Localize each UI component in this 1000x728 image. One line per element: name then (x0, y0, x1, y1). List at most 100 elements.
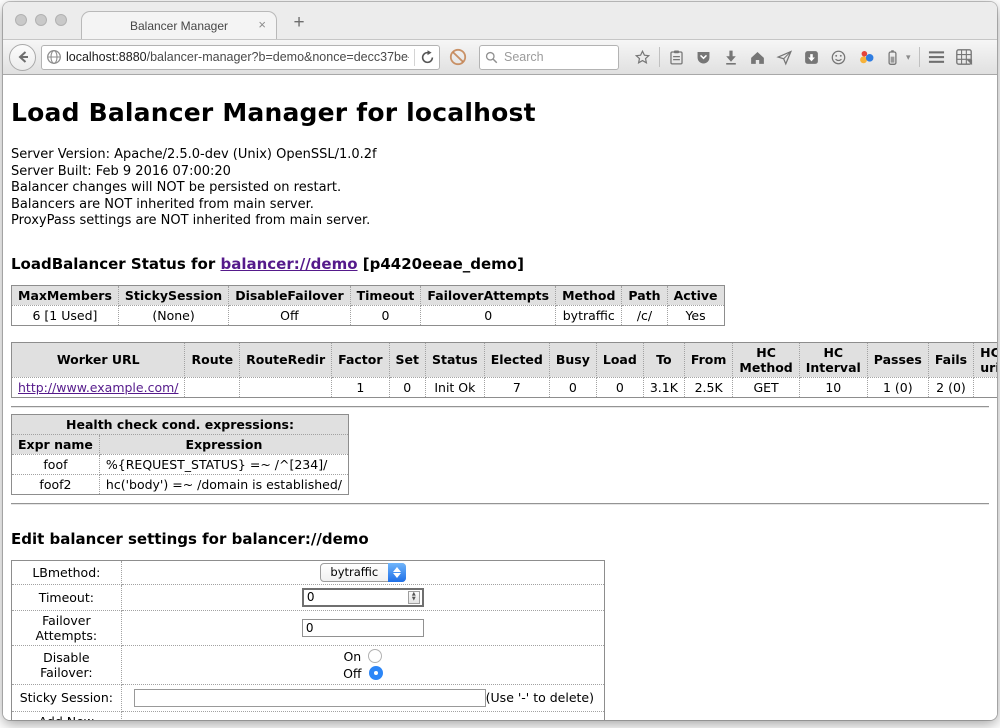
titlebar: Balancer Manager × + (3, 2, 997, 39)
search-icon (485, 51, 498, 64)
home-icon (749, 49, 766, 66)
add-worker-label: Add New Worker: (12, 711, 122, 720)
failover-attempts-input[interactable] (302, 619, 424, 637)
toolbar-separator-2 (919, 47, 920, 67)
download-box-icon (803, 49, 820, 66)
overflow-caret-icon[interactable]: ▾ (906, 52, 916, 63)
block-extension-button[interactable] (449, 48, 467, 66)
balancer-settings-form: LBmethod: bytraffic Timeout: (11, 560, 605, 721)
bookmarks-menu-button[interactable] (663, 44, 690, 71)
window-close-button[interactable] (15, 14, 27, 26)
server-built-line: Server Built: Feb 9 2016 07:00:20 (11, 164, 989, 181)
star-icon (634, 49, 651, 66)
lbmethod-row: LBmethod: bytraffic (12, 560, 605, 584)
page-content: Load Balancer Manager for localhost Serv… (3, 76, 997, 720)
add-worker-row: Add New Worker: Are you sure? (12, 711, 605, 720)
tab-close-icon[interactable]: × (258, 18, 266, 31)
page-title: Load Balancer Manager for localhost (11, 98, 989, 127)
lbmethod-select[interactable]: bytraffic (320, 563, 406, 582)
select-stepper-icon (388, 563, 406, 582)
circle-slash-icon (449, 48, 467, 66)
timeout-label: Timeout: (12, 584, 122, 610)
health-title-row: Health check cond. expressions: (12, 414, 349, 434)
worker-header-row: Worker URL Route RouteRedir Factor Set S… (12, 342, 998, 377)
health-check-table: Health check cond. expressions: Expr nam… (11, 414, 349, 495)
pocket-button[interactable] (690, 44, 717, 71)
number-spinner-icon[interactable]: ▲▼ (408, 591, 420, 604)
globe-icon[interactable] (46, 49, 62, 65)
bookmark-star-button[interactable] (629, 44, 656, 71)
sticky-session-hint: (Use '-' to delete) (486, 690, 594, 705)
timeout-input[interactable] (302, 588, 424, 607)
server-info: Server Version: Apache/2.5.0-dev (Unix) … (11, 147, 989, 230)
browser-tab[interactable]: Balancer Manager × (81, 11, 277, 39)
inherit-notice-line: Balancers are NOT inherited from main se… (11, 197, 989, 214)
balancer-data-row: 6 [1 Used] (None) Off 0 0 bytraffic /c/ … (12, 305, 725, 325)
url-bar[interactable]: localhost:8880/balancer-manager?b=demo&n… (41, 45, 440, 70)
home-button[interactable] (744, 44, 771, 71)
window-zoom-button[interactable] (55, 14, 67, 26)
disable-failover-row: Disable Failover: On Off (12, 645, 605, 684)
toolbar-separator (659, 47, 660, 67)
disable-failover-label: Disable Failover: (12, 645, 122, 684)
health-header-row: Expr name Expression (12, 434, 349, 454)
extension-dots-button[interactable] (852, 44, 879, 71)
grid-icon (955, 48, 973, 66)
window-minimize-button[interactable] (35, 14, 47, 26)
persist-notice-line: Balancer changes will NOT be persisted o… (11, 180, 989, 197)
worker-table: Worker URL Route RouteRedir Factor Set S… (11, 342, 997, 398)
back-button[interactable] (9, 44, 36, 71)
tab-title: Balancer Manager (130, 19, 228, 33)
radio-off-label: Off (343, 666, 361, 681)
health-row-foof2: foof2 hc('body') =~ /domain is establish… (12, 474, 349, 494)
proxypass-notice-line: ProxyPass settings are NOT inherited fro… (11, 213, 989, 230)
send-tab-button[interactable] (771, 44, 798, 71)
sticky-session-input[interactable] (134, 689, 486, 707)
feedback-button[interactable] (825, 44, 852, 71)
battery-extension-button[interactable] (879, 44, 906, 71)
reload-icon[interactable] (420, 50, 435, 65)
pocket-shield-icon (695, 49, 712, 66)
failover-attempts-label: Failover Attempts: (12, 610, 122, 645)
download-arrow-icon (723, 49, 739, 65)
urlbar-divider (414, 49, 415, 66)
colored-dots-icon (857, 48, 875, 66)
navigation-toolbar: localhost:8880/balancer-manager?b=demo&n… (3, 39, 997, 75)
radio-on-label: On (343, 649, 361, 664)
download-box-button[interactable] (798, 44, 825, 71)
window-controls (15, 14, 67, 26)
downloads-button[interactable] (717, 44, 744, 71)
url-text[interactable]: localhost:8880/balancer-manager?b=demo&n… (66, 50, 409, 64)
timeout-row: Timeout: ▲▼ (12, 584, 605, 610)
balancer-header-row: MaxMembers StickySession DisableFailover… (12, 285, 725, 305)
sticky-session-row: Sticky Session: (Use '-' to delete) (12, 684, 605, 711)
browser-window: Balancer Manager × + localhost:8880/bala… (3, 2, 997, 720)
new-tab-button[interactable]: + (287, 12, 311, 34)
section-divider-2 (11, 503, 989, 505)
failover-attempts-row: Failover Attempts: (12, 610, 605, 645)
worker-url-link[interactable]: http://www.example.com/ (18, 380, 178, 395)
menu-button[interactable] (923, 44, 950, 71)
sticky-session-label: Sticky Session: (12, 684, 122, 711)
battery-icon (885, 49, 900, 66)
add-worker-input[interactable] (216, 720, 396, 721)
balancer-demo-link[interactable]: balancer://demo (220, 255, 357, 273)
tab-groups-button[interactable] (950, 44, 977, 71)
loadbalancer-status-heading: LoadBalancer Status for balancer://demo … (11, 255, 989, 273)
section-divider-1 (11, 406, 989, 408)
search-bar[interactable] (479, 45, 619, 70)
hamburger-icon (928, 50, 945, 64)
disable-failover-on-radio[interactable] (368, 649, 382, 663)
paper-plane-icon (776, 49, 793, 66)
back-arrow-icon (16, 50, 30, 64)
disable-failover-off-radio[interactable] (369, 666, 383, 680)
clipboard-icon (668, 49, 685, 66)
health-row-foof: foof %{REQUEST_STATUS} =~ /^[234]/ (12, 454, 349, 474)
balancer-status-table: MaxMembers StickySession DisableFailover… (11, 285, 725, 326)
server-version-line: Server Version: Apache/2.5.0-dev (Unix) … (11, 147, 989, 164)
search-input[interactable] (502, 49, 602, 65)
lbmethod-label: LBmethod: (12, 560, 122, 584)
toolbar-icons: ▾ (629, 44, 977, 71)
worker-data-row: http://www.example.com/ 1 0 Init Ok 7 0 … (12, 377, 998, 397)
smiley-icon (830, 49, 847, 66)
